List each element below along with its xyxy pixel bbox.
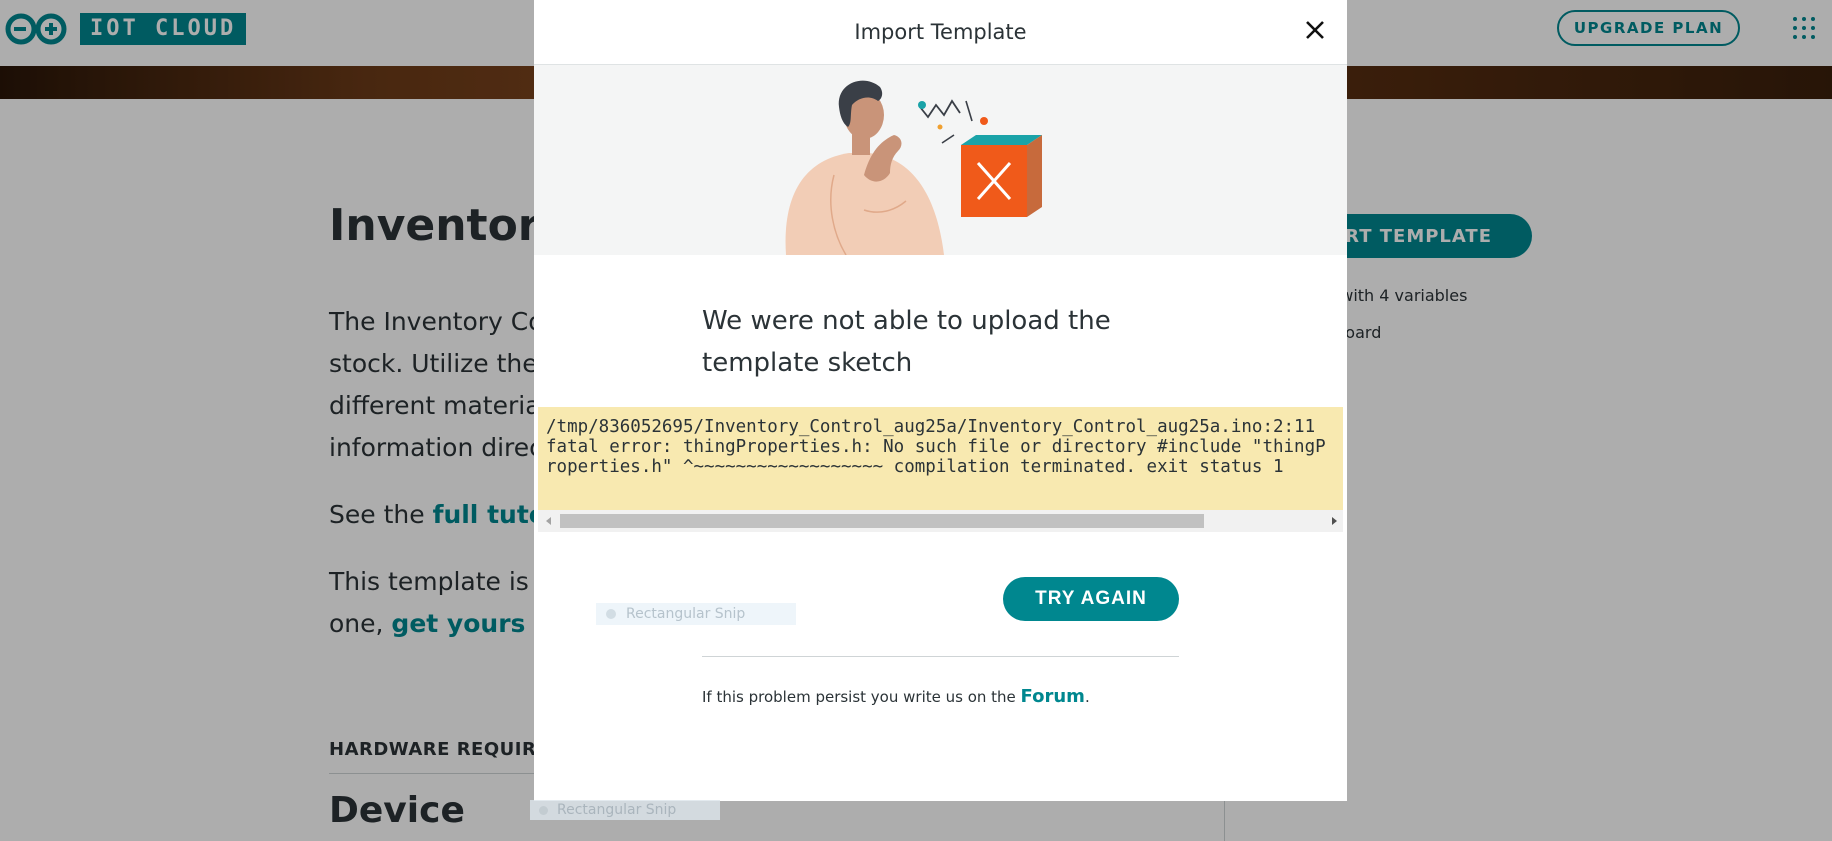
- snip-label: Rectangular Snip: [557, 802, 677, 818]
- snip-icon: [539, 805, 548, 815]
- close-icon[interactable]: [1301, 16, 1329, 44]
- import-template-modal: Import Template We were not able to uplo…: [534, 0, 1347, 801]
- scroll-right-icon[interactable]: [1332, 517, 1337, 525]
- footer-period: .: [1084, 688, 1090, 706]
- forum-link[interactable]: Forum: [1021, 686, 1085, 707]
- error-message: We were not able to upload the template …: [702, 306, 1111, 378]
- divider: [702, 656, 1179, 657]
- error-log[interactable]: /tmp/836052695/Inventory_Control_aug25a/…: [538, 407, 1343, 510]
- rectangular-snip-overlay: Rectangular Snip: [530, 800, 720, 820]
- footer-text: If this problem persist you write us on …: [702, 688, 1021, 706]
- rectangular-snip-overlay: Rectangular Snip: [596, 603, 796, 625]
- help-footer: If this problem persist you write us on …: [702, 686, 1090, 707]
- modal-header: Import Template: [534, 0, 1347, 65]
- scrollbar-thumb[interactable]: [560, 514, 1204, 528]
- try-again-button[interactable]: TRY AGAIN: [1003, 577, 1179, 621]
- snip-icon: [606, 609, 616, 619]
- error-illustration: [534, 65, 1347, 255]
- modal-title: Import Template: [854, 20, 1027, 44]
- snip-label: Rectangular Snip: [626, 606, 746, 622]
- error-log-scrollbar[interactable]: [538, 510, 1343, 532]
- scroll-left-icon[interactable]: [546, 517, 551, 525]
